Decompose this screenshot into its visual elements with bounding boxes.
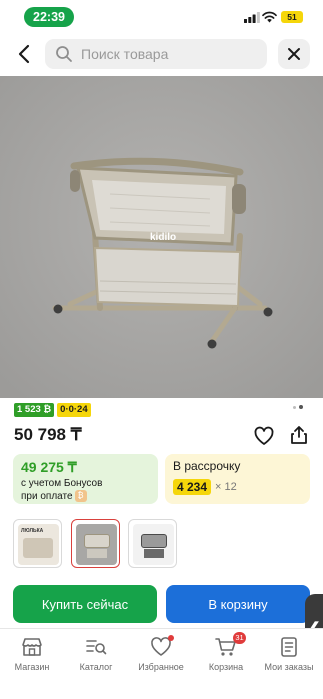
cart-count-badge: 31 bbox=[233, 632, 246, 644]
close-button[interactable] bbox=[278, 39, 310, 69]
installment-badge: 0·0·24 bbox=[57, 403, 91, 417]
favorite-heart-icon[interactable] bbox=[253, 425, 275, 447]
thumbnail-image bbox=[133, 524, 174, 565]
nav-label: Каталог bbox=[79, 662, 113, 672]
battery-indicator: 51 bbox=[281, 11, 303, 23]
chevron-left-icon bbox=[18, 44, 30, 64]
brand-logo-text: kidilo bbox=[150, 232, 176, 243]
nav-favorites[interactable]: Избранное bbox=[130, 635, 192, 672]
nav-label: Корзина bbox=[208, 662, 244, 672]
search-icon bbox=[56, 46, 72, 62]
thumbnail-image: ЛЮЛЬКА bbox=[18, 524, 59, 565]
cellular-signal-icon bbox=[244, 12, 260, 23]
installment-row: 4 234 × 12 bbox=[173, 479, 302, 495]
installment-title: В рассрочку bbox=[173, 459, 241, 473]
store-icon bbox=[22, 638, 42, 656]
bonus-caption-line2-row: при оплате ₿ bbox=[21, 490, 150, 503]
nav-catalog[interactable]: Каталог bbox=[65, 635, 127, 672]
installment-card[interactable]: В рассрочку 4 234 × 12 bbox=[165, 454, 310, 504]
cart-icon-wrap: 31 bbox=[214, 632, 246, 659]
carousel-dot bbox=[293, 405, 296, 409]
bonus-price-card[interactable]: 49 275 ₸ с учетом Бонусов при оплате ₿ bbox=[13, 454, 158, 504]
bassinet-image: kidilo bbox=[0, 76, 323, 398]
product-price: 50 798 ₸ bbox=[14, 425, 82, 444]
installment-months: × 12 bbox=[215, 481, 237, 493]
thumbnail-image bbox=[76, 524, 117, 565]
favorites-icon-wrap bbox=[149, 635, 174, 659]
thumbnail-label: ЛЮЛЬКА bbox=[21, 528, 44, 534]
bonus-caption-line2: при оплате bbox=[21, 491, 73, 502]
nav-label: Магазин bbox=[14, 662, 50, 672]
nav-label: Избранное bbox=[138, 662, 184, 672]
nav-orders[interactable]: Мои заказы bbox=[258, 635, 320, 672]
buy-now-button[interactable]: Купить сейчас bbox=[13, 585, 157, 623]
search-header bbox=[0, 34, 323, 76]
status-time: 22:39 bbox=[24, 7, 74, 27]
close-icon bbox=[288, 48, 300, 60]
thumbnail-3[interactable] bbox=[128, 519, 177, 568]
installment-amount: 4 234 bbox=[173, 479, 212, 495]
nav-cart[interactable]: 31 Корзина bbox=[195, 632, 257, 672]
wifi-icon bbox=[262, 11, 277, 23]
search-box[interactable] bbox=[45, 39, 267, 69]
bonus-caption-line1: с учетом Бонусов bbox=[21, 478, 103, 489]
nav-store[interactable]: Магазин bbox=[1, 635, 63, 672]
nav-label: Мои заказы bbox=[264, 662, 314, 672]
search-input[interactable] bbox=[81, 39, 261, 69]
bonus-coin-icon: ₿ bbox=[74, 490, 87, 503]
carousel-dot-active bbox=[299, 405, 303, 409]
carousel-dots bbox=[293, 405, 303, 409]
product-image[interactable]: kidilo bbox=[0, 76, 323, 398]
back-button[interactable] bbox=[10, 40, 38, 68]
thumbnail-1[interactable]: ЛЮЛЬКА bbox=[13, 519, 62, 568]
bonus-price: 49 275 ₸ bbox=[21, 459, 77, 475]
catalog-icon bbox=[86, 640, 107, 655]
bonus-badge: 1 523 ₿ bbox=[14, 403, 55, 417]
add-to-cart-button[interactable]: В корзину bbox=[166, 585, 310, 623]
thumbnail-2-selected[interactable] bbox=[71, 519, 120, 568]
product-badges: 1 523 ₿ 0·0·24 bbox=[14, 403, 91, 417]
status-bar: 22:39 51 bbox=[0, 0, 323, 34]
bottom-nav: Магазин Каталог Избранное 31 Корзина Мои… bbox=[0, 629, 323, 699]
orders-icon bbox=[281, 637, 297, 657]
share-icon[interactable] bbox=[288, 424, 310, 446]
notification-dot bbox=[168, 635, 174, 641]
